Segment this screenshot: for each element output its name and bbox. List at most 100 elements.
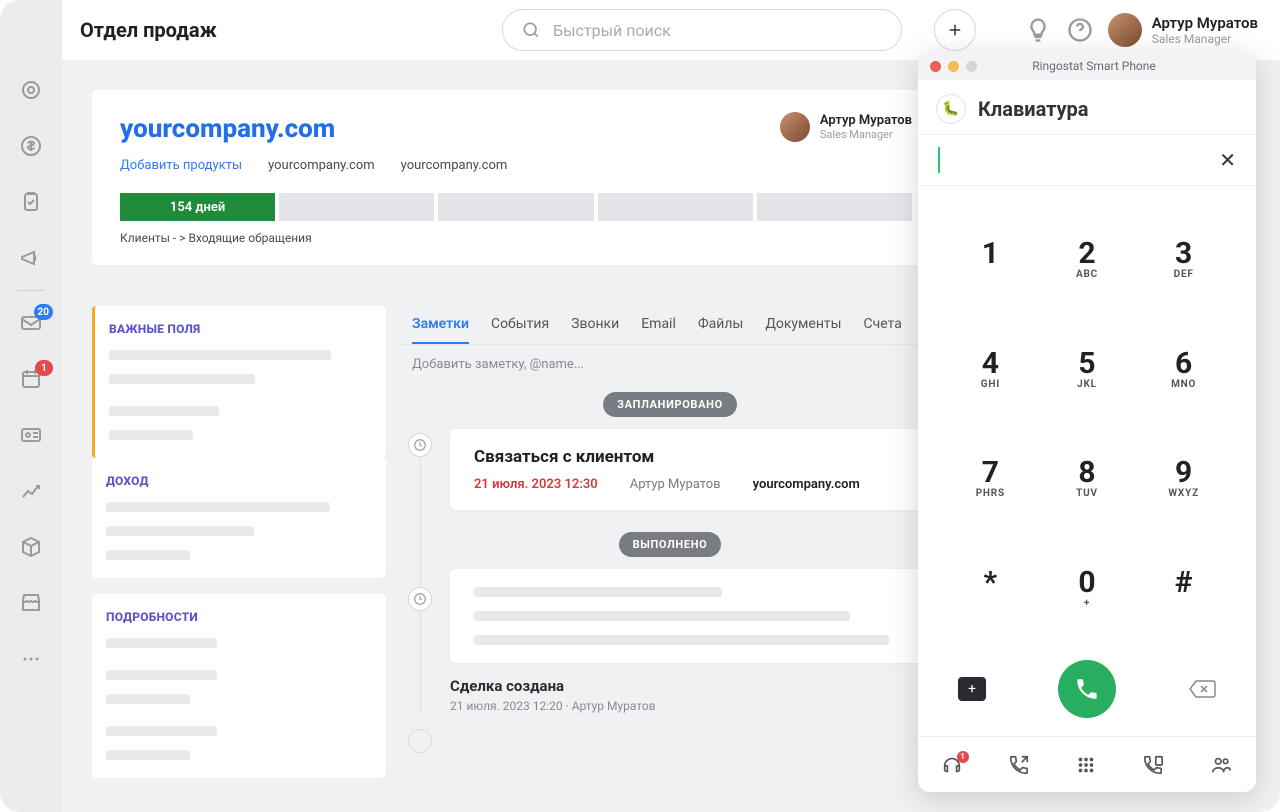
- key-letters: ABC: [1076, 269, 1098, 281]
- key-digit: 4: [982, 346, 999, 381]
- pipeline-stage[interactable]: [598, 193, 753, 221]
- calendar-icon[interactable]: 1: [19, 367, 43, 391]
- dialpad-key-9[interactable]: 9WXYZ: [1135, 423, 1232, 533]
- pipeline: 154 дней: [120, 193, 912, 221]
- dialpad-key-*[interactable]: *: [942, 533, 1039, 643]
- window-close[interactable]: [930, 61, 941, 72]
- tab-files[interactable]: Файлы: [698, 306, 743, 344]
- skeleton: [106, 502, 330, 512]
- key-letters: GHI: [981, 379, 1000, 391]
- add-products-link[interactable]: Добавить продукты: [120, 158, 242, 173]
- dialpad-key-2[interactable]: 2ABC: [1039, 204, 1136, 314]
- skeleton: [106, 638, 217, 648]
- search-input[interactable]: [553, 21, 883, 40]
- avatar: [780, 112, 810, 142]
- window-minimize[interactable]: [948, 61, 959, 72]
- activity-column: Заметки События Звонки Email Файлы Докум…: [400, 306, 940, 713]
- nav-headset-icon[interactable]: 1: [941, 754, 963, 776]
- dialpad-key-0[interactable]: 0+: [1039, 533, 1136, 643]
- header-user[interactable]: Артур Муратов Sales Manager: [1108, 13, 1258, 47]
- panel-title: ДОХОД: [106, 474, 370, 488]
- key-digit: *: [984, 565, 998, 600]
- phone-number-input[interactable]: ✕: [918, 134, 1256, 186]
- nav-dialpad-icon[interactable]: [1075, 754, 1097, 776]
- dialpad-key-8[interactable]: 8TUV: [1039, 423, 1136, 533]
- key-digit: 3: [1175, 236, 1192, 271]
- add-button[interactable]: [934, 9, 976, 51]
- phone-actions: +: [918, 660, 1256, 736]
- calendar-badge: 1: [35, 360, 53, 376]
- note-input[interactable]: Добавить заметку, @name...: [400, 345, 940, 384]
- bulb-icon[interactable]: [1024, 16, 1052, 44]
- dialpad-key-4[interactable]: 4GHI: [942, 314, 1039, 424]
- task-card[interactable]: Связаться с клиентом 21 июля. 2023 12:30…: [450, 429, 940, 510]
- search-box[interactable]: [502, 9, 902, 51]
- megaphone-icon[interactable]: [19, 246, 43, 270]
- store-icon[interactable]: [19, 591, 43, 615]
- clear-input-icon[interactable]: ✕: [1219, 148, 1236, 172]
- breadcrumb: Клиенты - > Входящие обращения: [120, 231, 912, 245]
- deal-created: Сделка создана 21 июля. 2023 12:20 · Арт…: [450, 677, 940, 713]
- dialpad-key-1[interactable]: 1: [942, 204, 1039, 314]
- skeleton: [106, 526, 254, 536]
- tab-events[interactable]: События: [491, 306, 549, 344]
- pipeline-stage-active[interactable]: 154 дней: [120, 193, 275, 221]
- tab-notes[interactable]: Заметки: [412, 306, 469, 344]
- key-digit: 2: [1078, 236, 1095, 271]
- clipboard-icon[interactable]: [19, 190, 43, 214]
- nav-callout-icon[interactable]: [1008, 754, 1030, 776]
- key-letters: PHRS: [976, 488, 1005, 500]
- help-icon[interactable]: [1066, 16, 1094, 44]
- sms-button[interactable]: +: [958, 677, 986, 701]
- backspace-button[interactable]: [1188, 679, 1216, 699]
- phone-header: 🐛 Клавиатура: [918, 80, 1256, 134]
- task-card-placeholder[interactable]: [450, 569, 940, 663]
- deal-company-2[interactable]: yourcompany.com: [401, 158, 508, 173]
- header-right: Артур Муратов Sales Manager: [1024, 13, 1258, 47]
- skeleton: [106, 550, 190, 560]
- skeleton: [109, 374, 255, 384]
- pipeline-stage[interactable]: [438, 193, 593, 221]
- dialpad-key-7[interactable]: 7PHRS: [942, 423, 1039, 533]
- pipeline-stage[interactable]: [279, 193, 434, 221]
- key-letters: +: [1084, 598, 1090, 610]
- key-letters: MNO: [1171, 379, 1196, 391]
- phone-logo: 🐛: [936, 94, 966, 124]
- more-icon[interactable]: [19, 647, 43, 671]
- target-icon[interactable]: [19, 78, 43, 102]
- dialpad-key-#[interactable]: #: [1135, 533, 1232, 643]
- window-maximize[interactable]: [966, 61, 977, 72]
- key-letters: TUV: [1076, 488, 1098, 500]
- owner-name: Артур Муратов: [820, 113, 912, 128]
- tab-calls[interactable]: Звонки: [571, 306, 619, 344]
- contact-icon[interactable]: [19, 423, 43, 447]
- dialpad-key-5[interactable]: 5JKL: [1039, 314, 1136, 424]
- panel-title: ВАЖНЫЕ ПОЛЯ: [109, 322, 370, 336]
- dialpad-key-6[interactable]: 6MNO: [1135, 314, 1232, 424]
- tab-docs[interactable]: Документы: [765, 306, 841, 344]
- key-letters: JKL: [1077, 379, 1097, 391]
- deal-owner[interactable]: Артур Муратов Sales Manager: [780, 112, 912, 142]
- phone-title: Клавиатура: [978, 97, 1088, 121]
- nav-callbook-icon[interactable]: [1142, 754, 1164, 776]
- tab-email[interactable]: Email: [641, 306, 676, 344]
- nav-contacts-icon[interactable]: [1209, 754, 1233, 776]
- dollar-icon[interactable]: [19, 134, 43, 158]
- task-due: 21 июля. 2023 12:30: [474, 477, 598, 492]
- skeleton: [474, 635, 889, 645]
- clock-icon: [408, 433, 432, 457]
- deal-company-1[interactable]: yourcompany.com: [268, 158, 375, 173]
- package-icon[interactable]: [19, 535, 43, 559]
- call-button[interactable]: [1058, 660, 1116, 718]
- skeleton: [474, 611, 850, 621]
- key-letters: WXYZ: [1168, 488, 1199, 500]
- mail-icon[interactable]: 20: [19, 311, 43, 335]
- key-letters: DEF: [1174, 269, 1194, 281]
- tab-bills[interactable]: Счета: [864, 306, 902, 344]
- owner-role: Sales Manager: [820, 128, 912, 141]
- phone-nav: 1: [918, 736, 1256, 792]
- pipeline-stage[interactable]: [757, 193, 912, 221]
- activity-tabs: Заметки События Звонки Email Файлы Докум…: [400, 306, 940, 345]
- chart-icon[interactable]: [19, 479, 43, 503]
- dialpad-key-3[interactable]: 3DEF: [1135, 204, 1232, 314]
